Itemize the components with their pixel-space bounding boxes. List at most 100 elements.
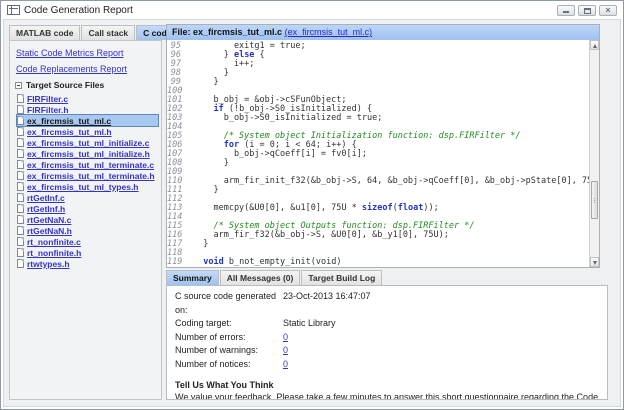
summary-label: Number of notices: [175, 358, 283, 372]
code-line: 116 arm_fir_f32(&b_obj->S, &U0[0], &b_y1… [167, 231, 589, 240]
code-lines: 95 exitg1 = true;96 } else {97 i++;98 }9… [167, 42, 589, 267]
code-line: 99 } [167, 78, 589, 87]
tree-item-rtgetnan-h[interactable]: rtGetNaN.h [17, 225, 158, 236]
line-number: 119 [167, 258, 193, 267]
summary-row-c-source-code-generated-on: C source code generated on:23-Oct-2013 1… [175, 290, 599, 317]
tree-item-label: ex_fircmsis_tut_ml_terminate.h [27, 171, 155, 181]
tab-call-stack[interactable]: Call stack [81, 25, 135, 40]
tree-item-rtgetnan-c[interactable]: rtGetNaN.c [17, 214, 158, 225]
bottom-panel: SummaryAll Messages (0)Target Build Log … [166, 270, 608, 400]
file-icon [17, 149, 24, 158]
tree-header-label: Target Source Files [26, 80, 104, 90]
maximize-button[interactable] [578, 5, 596, 16]
feedback-section: Tell Us What You Think We value your fee… [175, 380, 599, 400]
window-title: Code Generation Report [24, 5, 133, 16]
code-text [193, 257, 203, 267]
tree-item-rtgetinf-h[interactable]: rtGetInf.h [17, 203, 158, 214]
summary-label: C source code generated on: [175, 290, 283, 317]
summary-value-link[interactable]: 0 [283, 359, 288, 369]
scrollbar-thumb[interactable] [591, 181, 598, 219]
static-code-metrics-report-link[interactable]: Static Code Metrics Report [16, 48, 158, 58]
code-file-header: File: ex_fircmsis_tut_ml.c (ex_fircmsis_… [167, 25, 599, 40]
summary-rows: C source code generated on:23-Oct-2013 1… [175, 290, 599, 371]
tree-item-ex-fircmsis-tut-ml-c[interactable]: ex_fircmsis_tut_ml.c [17, 115, 158, 126]
maximize-icon [584, 8, 591, 14]
tree-item-rtgetinf-c[interactable]: rtGetInf.c [17, 192, 158, 203]
bottom-tab-summary[interactable]: Summary [166, 270, 219, 285]
summary-value-link[interactable]: 0 [283, 345, 288, 355]
code-line: 108 } [167, 159, 589, 168]
minimize-button[interactable] [557, 5, 575, 16]
tree-item-label: rtGetNaN.c [27, 215, 71, 225]
report-frame: MATLAB codeCall stackC code Static Code … [3, 19, 621, 407]
code-keyword: float [398, 203, 424, 213]
view-tabs: MATLAB codeCall stackC code [9, 24, 162, 40]
code-keyword: sizeof [362, 203, 393, 213]
file-icon [17, 237, 24, 246]
bottom-tab-target-build-log[interactable]: Target Build Log [301, 270, 382, 285]
tree-item-firfilter-c[interactable]: FIRFilter.c [17, 93, 158, 104]
tab-matlab-code[interactable]: MATLAB code [9, 25, 80, 40]
summary-body: C source code generated on:23-Oct-2013 1… [166, 285, 608, 400]
tree-item-ex-fircmsis-tut-ml-terminate-c[interactable]: ex_fircmsis_tut_ml_terminate.c [17, 159, 158, 170]
tree-item-label: ex_fircmsis_tut_ml_terminate.c [27, 160, 154, 170]
code-line: 97 i++; [167, 60, 589, 69]
summary-value: 0 [283, 358, 288, 372]
summary-value: 0 [283, 331, 288, 345]
tree-item-label: ex_fircmsis_tut_ml.c [27, 116, 111, 126]
title-bar: Code Generation Report × [1, 1, 623, 19]
code-line: 119 void b_not_empty_init(void) [167, 258, 589, 267]
code-text: } [193, 158, 229, 168]
file-icon [17, 215, 24, 224]
summary-row-coding-target: Coding target:Static Library [175, 317, 599, 331]
code-text: } [193, 239, 208, 249]
file-header-label: File: ex_fircmsis_tut_ml.c [172, 27, 282, 37]
scroll-up-icon[interactable] [590, 40, 599, 50]
collapse-icon[interactable] [15, 82, 22, 89]
target-source-files-tree: FIRFilter.cFIRFilter.hex_fircmsis_tut_ml… [15, 93, 158, 269]
tree-item-label: FIRFilter.c [27, 94, 68, 104]
feedback-heading: Tell Us What You Think [175, 380, 599, 390]
tree-item-label: rtGetNaN.h [27, 226, 72, 236]
code-text: )); [423, 203, 438, 213]
file-icon [17, 138, 24, 147]
scroll-down-icon[interactable] [590, 257, 599, 267]
tree-item-label: ex_fircmsis_tut_ml.h [27, 127, 112, 137]
tree-item-rt-nonfinite-h[interactable]: rt_nonfinite.h [17, 247, 158, 258]
tree-item-ex-fircmsis-tut-ml-h[interactable]: ex_fircmsis_tut_ml.h [17, 126, 158, 137]
sidebar-body: Static Code Metrics Report Code Replaceme… [9, 40, 162, 400]
code-line: 107 b_obj->qCoeff[i] = fv0[i]; [167, 150, 589, 159]
tree-item-label: rt_nonfinite.h [27, 248, 81, 258]
tree-item-label: rtwtypes.h [27, 259, 70, 269]
close-button[interactable]: × [599, 5, 617, 16]
code-replacements-report-link[interactable]: Code Replacements Report [16, 64, 158, 74]
tree-item-label: rt_nonfinite.c [27, 237, 81, 247]
summary-label: Number of errors: [175, 331, 283, 345]
tree-item-ex-fircmsis-tut-ml-types-h[interactable]: ex_fircmsis_tut_ml_types.h [17, 181, 158, 192]
tree-item-rt-nonfinite-c[interactable]: rt_nonfinite.c [17, 236, 158, 247]
code-text: } [193, 77, 219, 87]
bottom-tab-all-messages-0[interactable]: All Messages (0) [220, 270, 301, 285]
summary-row-number-of-errors: Number of errors:0 [175, 331, 599, 345]
file-icon [17, 193, 24, 202]
code-line: 113 memcpy(&U0[0], &u1[0], 75U * sizeof(… [167, 204, 589, 213]
file-icon [17, 105, 24, 114]
code-body: 95 exitg1 = true;96 } else {97 i++;98 }9… [167, 40, 599, 267]
file-header-link[interactable]: (ex_fircmsis_tut_ml.c) [285, 27, 373, 37]
file-icon [17, 171, 24, 180]
feedback-text: We value your feedback. Please take a fe… [175, 392, 599, 400]
tree-item-label: ex_fircmsis_tut_ml_initialize.h [27, 149, 150, 159]
tree-item-ex-fircmsis-tut-ml-initialize-c[interactable]: ex_fircmsis_tut_ml_initialize.c [17, 137, 158, 148]
summary-label: Coding target: [175, 317, 283, 331]
tree-item-rtwtypes-h[interactable]: rtwtypes.h [17, 258, 158, 269]
minimize-icon [563, 11, 569, 13]
tree-item-ex-fircmsis-tut-ml-initialize-h[interactable]: ex_fircmsis_tut_ml_initialize.h [17, 148, 158, 159]
summary-value: 23-Oct-2013 16:47:07 [283, 290, 371, 317]
summary-value-link[interactable]: 0 [283, 332, 288, 342]
summary-value: 0 [283, 344, 288, 358]
tree-item-firfilter-h[interactable]: FIRFilter.h [17, 104, 158, 115]
tree-item-label: rtGetInf.h [27, 204, 65, 214]
tree-item-ex-fircmsis-tut-ml-terminate-h[interactable]: ex_fircmsis_tut_ml_terminate.h [17, 170, 158, 181]
code-text: } [193, 185, 219, 195]
code-scrollbar[interactable] [589, 40, 599, 267]
